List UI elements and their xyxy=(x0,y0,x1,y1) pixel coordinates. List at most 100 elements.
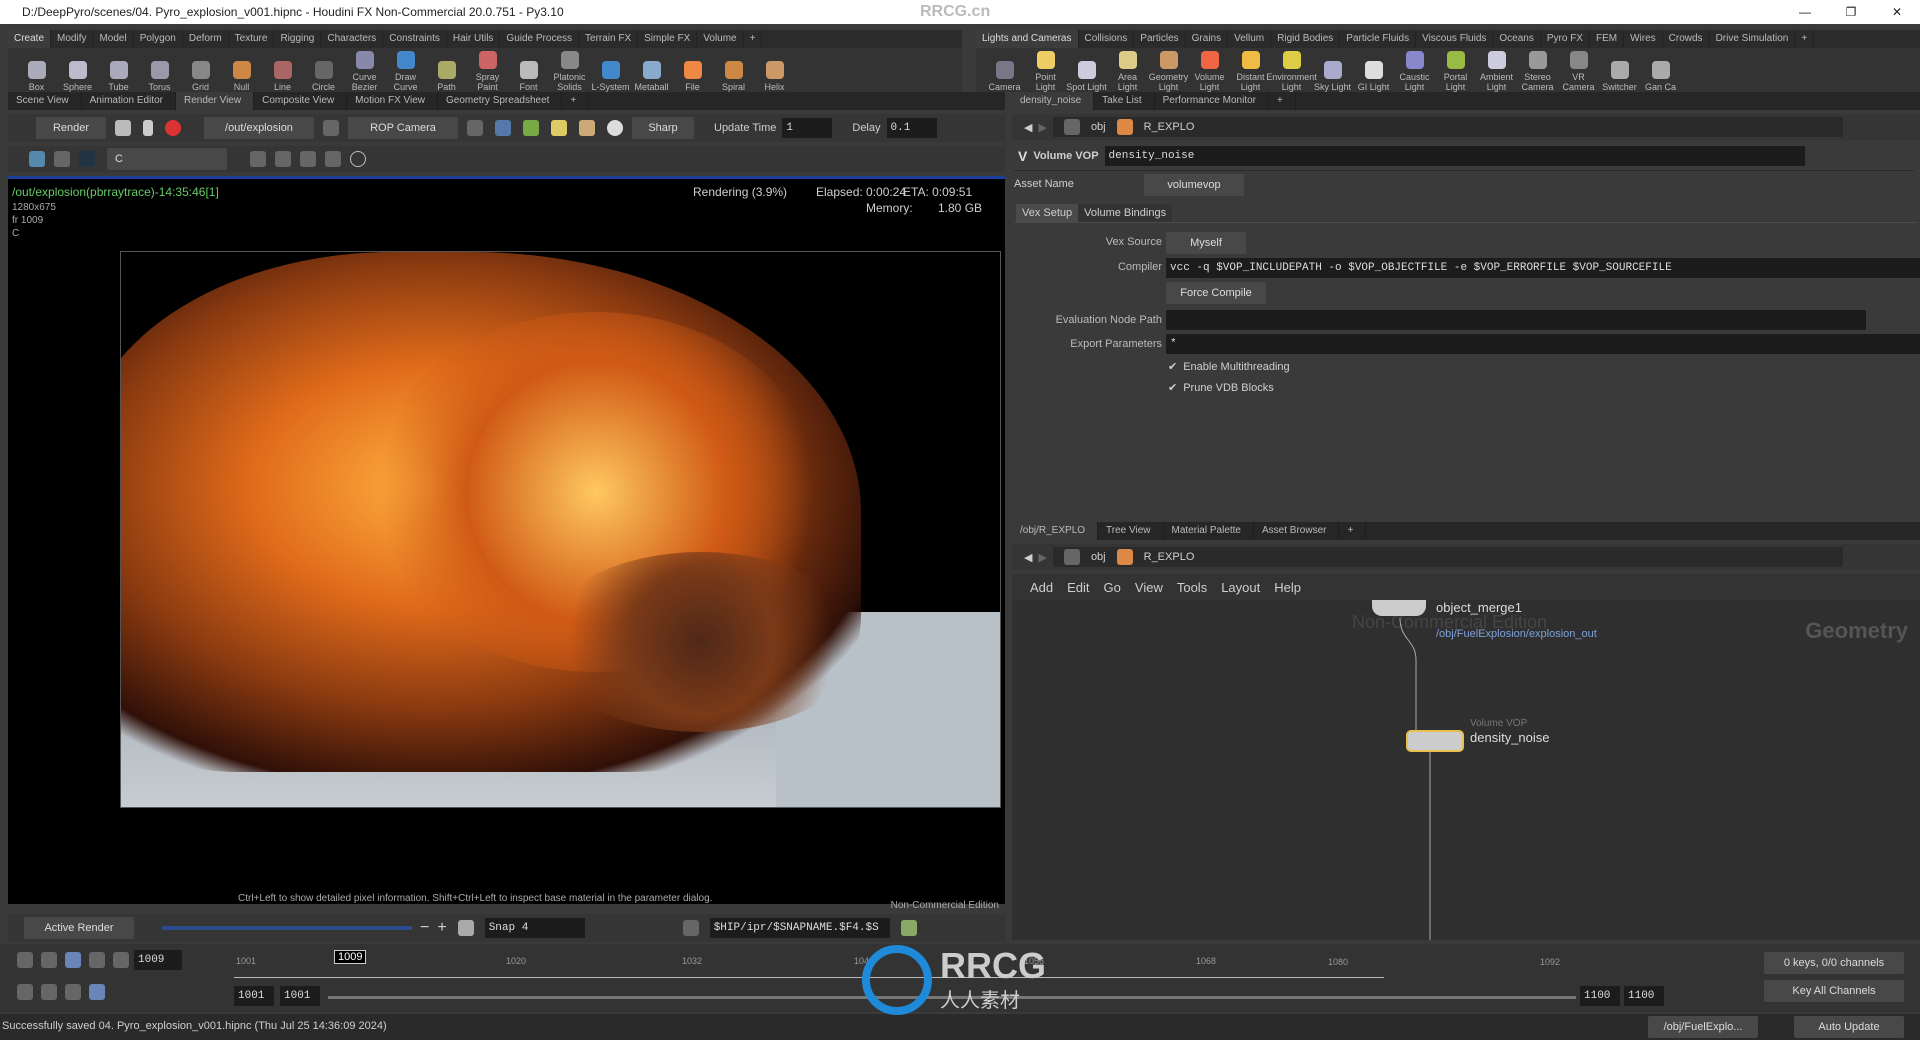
compiler-field[interactable]: vcc -q $VOP_INCLUDEPATH -o $VOP_OBJECTFI… xyxy=(1166,258,1920,278)
breadcrumb-obj[interactable]: obj xyxy=(1091,121,1106,133)
shelf-tool-gan-ca[interactable]: Gan Ca xyxy=(1640,61,1681,92)
tab-modify[interactable]: Modify xyxy=(51,30,94,48)
tab-density-noise[interactable]: density_noise xyxy=(1012,92,1095,110)
shelf-tool-path[interactable]: Path xyxy=(426,61,467,92)
menu-tools[interactable]: Tools xyxy=(1177,580,1207,595)
tab-volume-bindings[interactable]: Volume Bindings xyxy=(1078,204,1173,222)
tab-particles[interactable]: Particles xyxy=(1134,30,1186,48)
play-icon[interactable] xyxy=(89,952,105,968)
render-viewport[interactable]: /out/explosion(pbrraytrace)-14:35:46[1] … xyxy=(8,176,1005,911)
delay-field[interactable]: 0.1 xyxy=(886,118,937,138)
tab-simple-fx[interactable]: Simple FX xyxy=(638,30,698,48)
pause-icon[interactable] xyxy=(143,120,153,136)
keys-status[interactable]: 0 keys, 0/0 channels xyxy=(1764,952,1904,974)
tab-terrain-fx[interactable]: Terrain FX xyxy=(579,30,639,48)
menu-layout[interactable]: Layout xyxy=(1221,580,1260,595)
menu-add[interactable]: Add xyxy=(1030,580,1053,595)
shelf-tool-ambient-light[interactable]: Ambient Light xyxy=(1476,51,1517,92)
node-name-field[interactable]: density_noise xyxy=(1104,146,1805,166)
tab-take-list[interactable]: Take List xyxy=(1094,92,1155,110)
clock-icon[interactable] xyxy=(89,984,105,1000)
breadcrumb-r-explo[interactable]: R_EXPLO xyxy=(1144,121,1195,133)
audio-icon[interactable] xyxy=(41,984,57,1000)
last-frame-icon[interactable] xyxy=(113,952,129,968)
tab-vellum[interactable]: Vellum xyxy=(1228,30,1272,48)
shelf-tool-box[interactable]: Box xyxy=(16,61,57,92)
update-mode-select[interactable]: Auto Update xyxy=(1794,1016,1904,1038)
tab-rigid-bodies[interactable]: Rigid Bodies xyxy=(1271,30,1341,48)
render-mode-select[interactable]: Active Render xyxy=(24,917,134,939)
tab-fem[interactable]: FEM xyxy=(1590,30,1625,48)
sphere-icon[interactable] xyxy=(607,120,623,136)
tab-tree-view[interactable]: Tree View xyxy=(1098,522,1164,540)
shelf-tool-camera[interactable]: Camera xyxy=(984,61,1025,92)
shelf-tool-portal-light[interactable]: Portal Light xyxy=(1435,51,1476,92)
tab-guide-process[interactable]: Guide Process xyxy=(500,30,580,48)
rop-pick-icon[interactable] xyxy=(323,120,339,136)
tab-drive-simulation[interactable]: Drive Simulation xyxy=(1710,30,1796,48)
vex-source-select[interactable]: Myself xyxy=(1166,232,1246,254)
snap-field[interactable]: Snap 4 xyxy=(484,918,585,938)
render-button[interactable]: Render xyxy=(36,117,106,139)
menu-edit[interactable]: Edit xyxy=(1067,580,1089,595)
play-reverse-icon[interactable] xyxy=(41,952,57,968)
snapshot-icon[interactable] xyxy=(79,151,95,167)
net-forward-icon[interactable]: ▶ xyxy=(1038,551,1046,564)
tab-rigging[interactable]: Rigging xyxy=(274,30,322,48)
quality-select[interactable]: Sharp xyxy=(632,117,694,139)
shelf-tool-helix[interactable]: Helix xyxy=(754,61,795,92)
save-icon[interactable] xyxy=(682,920,699,936)
tab-texture[interactable]: Texture xyxy=(229,30,275,48)
shelf-tool-spot-light[interactable]: Spot Light xyxy=(1066,61,1107,92)
shelf-tool-draw-curve[interactable]: Draw Curve xyxy=(385,51,426,92)
shelf-tool-switcher[interactable]: Switcher xyxy=(1599,61,1640,92)
shelf-tool-platonic-solids[interactable]: Platonic Solids xyxy=(549,51,590,92)
tab-asset-browser[interactable]: Asset Browser xyxy=(1254,522,1340,540)
tab-hair-utils[interactable]: Hair Utils xyxy=(447,30,501,48)
home-icon[interactable] xyxy=(300,151,316,167)
network-editor[interactable]: Geometry Non-Commercial Edition object_m… xyxy=(1012,600,1920,940)
add-tab-button[interactable]: + xyxy=(562,92,590,110)
minimize-button[interactable]: — xyxy=(1782,0,1828,24)
tab-volume[interactable]: Volume xyxy=(697,30,744,48)
tab-oceans[interactable]: Oceans xyxy=(1493,30,1541,48)
shelf-tool-gi-light[interactable]: GI Light xyxy=(1353,61,1394,92)
tab-create[interactable]: Create xyxy=(8,30,52,48)
zoom-icon[interactable] xyxy=(579,120,595,136)
shelf-tool-vr-camera[interactable]: VR Camera xyxy=(1558,51,1599,92)
tab-pyro-fx[interactable]: Pyro FX xyxy=(1541,30,1590,48)
list-icon[interactable] xyxy=(54,151,70,167)
shelf-tool-line[interactable]: Line xyxy=(262,61,303,92)
maximize-button[interactable]: ❐ xyxy=(1828,0,1874,24)
asset-name-select[interactable]: volumevop xyxy=(1144,174,1244,196)
tab-grains[interactable]: Grains xyxy=(1186,30,1229,48)
shelf-tool-curve-bezier[interactable]: Curve Bezier xyxy=(344,51,385,92)
shelf-tool-geometry-light[interactable]: Geometry Light xyxy=(1148,51,1189,92)
tab-scene-view[interactable]: Scene View xyxy=(8,92,82,110)
menu-go[interactable]: Go xyxy=(1104,580,1121,595)
minus-button[interactable]: − xyxy=(420,919,429,937)
first-frame-icon[interactable] xyxy=(17,952,33,968)
light-icon[interactable] xyxy=(551,120,567,136)
status-path-select[interactable]: /obj/FuelExplo... xyxy=(1648,1016,1758,1038)
end-frame-field-2[interactable]: 1100 xyxy=(1624,986,1664,1006)
camera-pick-icon[interactable] xyxy=(467,120,483,136)
net-back-icon[interactable]: ◀ xyxy=(1024,551,1032,564)
info-icon[interactable] xyxy=(350,151,366,167)
force-compile-button[interactable]: Force Compile xyxy=(1166,282,1266,304)
shelf-tool-area-light[interactable]: Area Light xyxy=(1107,51,1148,92)
shelf-tool-grid[interactable]: Grid xyxy=(180,61,221,92)
tab-motion-fx-view[interactable]: Motion FX View xyxy=(347,92,439,110)
zoom-in-icon[interactable] xyxy=(250,151,266,167)
tab-constraints[interactable]: Constraints xyxy=(383,30,447,48)
frame-icon[interactable] xyxy=(325,151,341,167)
start-frame-field[interactable]: 1001 xyxy=(234,986,274,1006)
shelf-tool-metaball[interactable]: Metaball xyxy=(631,61,672,92)
playhead[interactable]: 1009 xyxy=(334,950,367,964)
net-breadcrumb-obj[interactable]: obj xyxy=(1091,551,1106,563)
shelf-tool-caustic-light[interactable]: Caustic Light xyxy=(1394,51,1435,92)
add-tab-button[interactable]: + xyxy=(1269,92,1296,110)
tab-wires[interactable]: Wires xyxy=(1624,30,1663,48)
shelf-tool-torus[interactable]: Torus xyxy=(139,61,180,92)
tab-vex-setup[interactable]: Vex Setup xyxy=(1016,204,1079,222)
